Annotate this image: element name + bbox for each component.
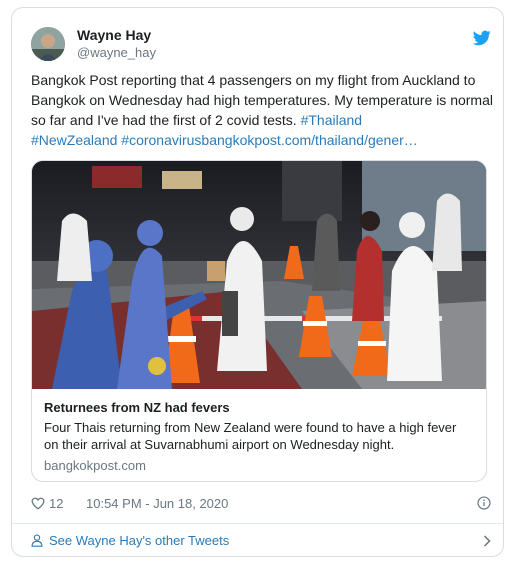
hashtag-newzealand[interactable]: #NewZealand (31, 132, 117, 148)
avatar[interactable] (31, 27, 65, 61)
hashtag-thailand[interactable]: #Thailand (301, 112, 363, 128)
tweet-text: Bangkok Post reporting that 4 passengers… (31, 70, 493, 150)
see-other-tweets-link[interactable]: See Wayne Hay's other Tweets (31, 532, 491, 552)
heart-icon[interactable] (31, 497, 45, 510)
tweet-text-plain: Bangkok Post reporting that 4 passengers… (31, 72, 493, 128)
twitter-bird-icon[interactable] (473, 30, 491, 46)
author-handle[interactable]: @wayne_hay (77, 44, 156, 62)
article-photo[interactable] (32, 161, 486, 389)
link-preview-card[interactable]: Returnees from NZ had fevers Four Thais … (31, 160, 487, 482)
info-icon[interactable] (477, 496, 491, 510)
link-title[interactable]: Returnees from NZ had fevers (44, 400, 230, 415)
author-names[interactable]: Wayne Hay @wayne_hay (77, 26, 156, 62)
link-description: Four Thais returning from New Zealand we… (44, 420, 457, 452)
tweet-header: Wayne Hay @wayne_hay (31, 26, 491, 66)
article-link[interactable]: #coronavirusbangkokpost.com/thailand/gen… (121, 132, 418, 148)
link-domain: bangkokpost.com (44, 458, 146, 473)
chevron-right-icon[interactable] (483, 535, 491, 547)
person-icon (31, 534, 43, 547)
tweet-timestamp[interactable]: 10:54 PM - Jun 18, 2020 (86, 496, 228, 511)
author-name[interactable]: Wayne Hay (77, 26, 156, 44)
like-count[interactable]: 12 (49, 496, 63, 511)
see-other-tweets-label[interactable]: See Wayne Hay's other Tweets (49, 533, 229, 548)
footer-divider (12, 523, 503, 524)
tweet-card: Wayne Hay @wayne_hay Bangkok Post report… (11, 7, 504, 557)
tweet-meta: 12 10:54 PM - Jun 18, 2020 (31, 496, 491, 514)
